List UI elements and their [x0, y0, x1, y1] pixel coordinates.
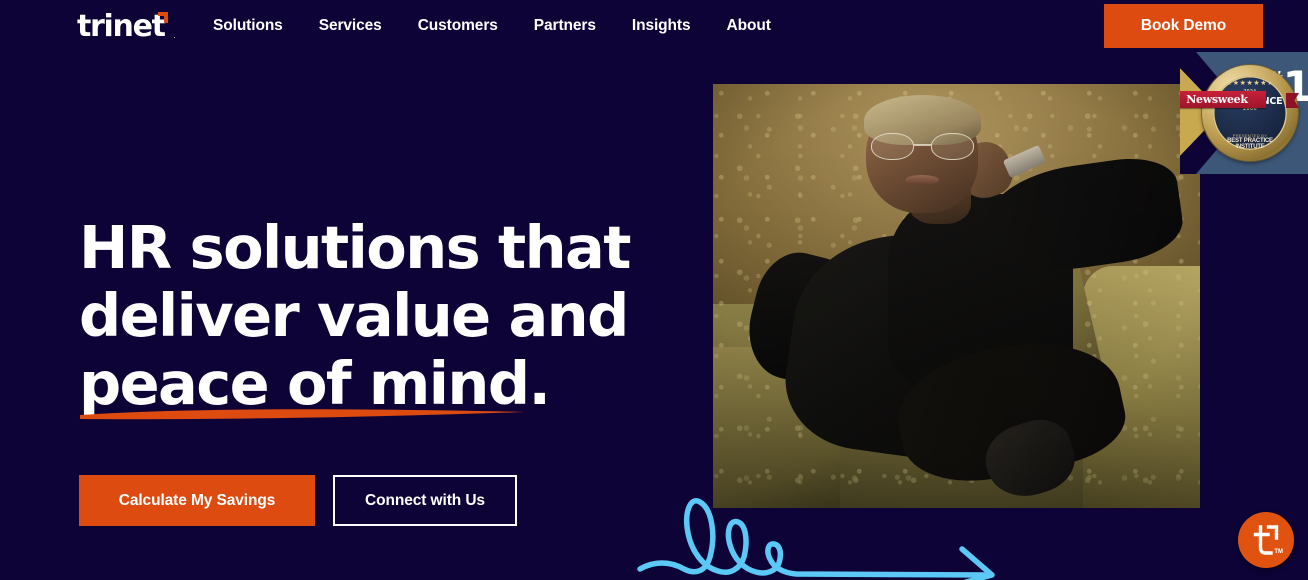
badge-institute: BEST PRACTICE INSTITUTE: [1213, 138, 1287, 151]
chat-widget-button[interactable]: TM: [1238, 512, 1294, 568]
page-title: HR solutions that deliver value and peac…: [79, 213, 679, 420]
badge-institute-line-2: INSTITUTE: [1235, 143, 1265, 150]
badge-ribbon: Newsweek: [1180, 90, 1266, 108]
badge-institute-line-1: BEST PRACTICE: [1227, 137, 1273, 144]
badge-ribbon-label: Newsweek: [1186, 92, 1248, 106]
logo-trademark: .: [173, 32, 176, 40]
connect-with-us-button[interactable]: Connect with Us: [333, 475, 517, 526]
headline-line-2: deliver value and: [79, 281, 629, 350]
hero-photo: [713, 84, 1200, 508]
nav-item-services[interactable]: Services: [301, 0, 400, 52]
trinet-logo[interactable]: trinet .: [77, 9, 176, 44]
hero-image: [713, 84, 1200, 508]
squiggle-arrow-decoration: [637, 498, 995, 580]
headline-line-1: HR solutions that: [79, 213, 631, 282]
hero-copy: HR solutions that deliver value and peac…: [79, 213, 679, 420]
photo-vignette: [713, 84, 1200, 508]
chat-trademark: TM: [1274, 549, 1283, 555]
calculate-my-savings-button[interactable]: Calculate My Savings: [79, 475, 315, 526]
trinet-mark-icon: [1253, 525, 1279, 555]
nav-item-solutions[interactable]: Solutions: [213, 0, 301, 52]
award-badge: #1 ★★★★★★★ 2024 EXCELLENCE 1000 PRESENTE…: [1180, 52, 1308, 174]
site-header: trinet . Solutions Services Customers Pa…: [0, 0, 1308, 52]
logo-wordmark: trinet: [77, 9, 166, 44]
book-demo-button[interactable]: Book Demo: [1104, 4, 1263, 48]
badge-medallion: ★★★★★★★ 2024 EXCELLENCE 1000 PRESENTED B…: [1202, 65, 1298, 161]
primary-navigation: Solutions Services Customers Partners In…: [213, 0, 789, 52]
nav-item-about[interactable]: About: [709, 0, 789, 52]
headline-line-3: peace of mind.: [79, 349, 551, 418]
nav-item-customers[interactable]: Customers: [400, 0, 516, 52]
badge-stars: ★★★★★★★: [1225, 79, 1275, 87]
logo-flag-icon: [156, 12, 168, 24]
hero-cta-row: Calculate My Savings Connect with Us: [79, 475, 517, 526]
headline-line-3-wrap: peace of mind.: [79, 349, 551, 420]
nav-item-partners[interactable]: Partners: [516, 0, 614, 52]
hero-page: trinet . Solutions Services Customers Pa…: [0, 0, 1308, 580]
badge-medallion-face: ★★★★★★★ 2024 EXCELLENCE 1000 PRESENTED B…: [1213, 76, 1287, 150]
nav-item-insights[interactable]: Insights: [614, 0, 709, 52]
